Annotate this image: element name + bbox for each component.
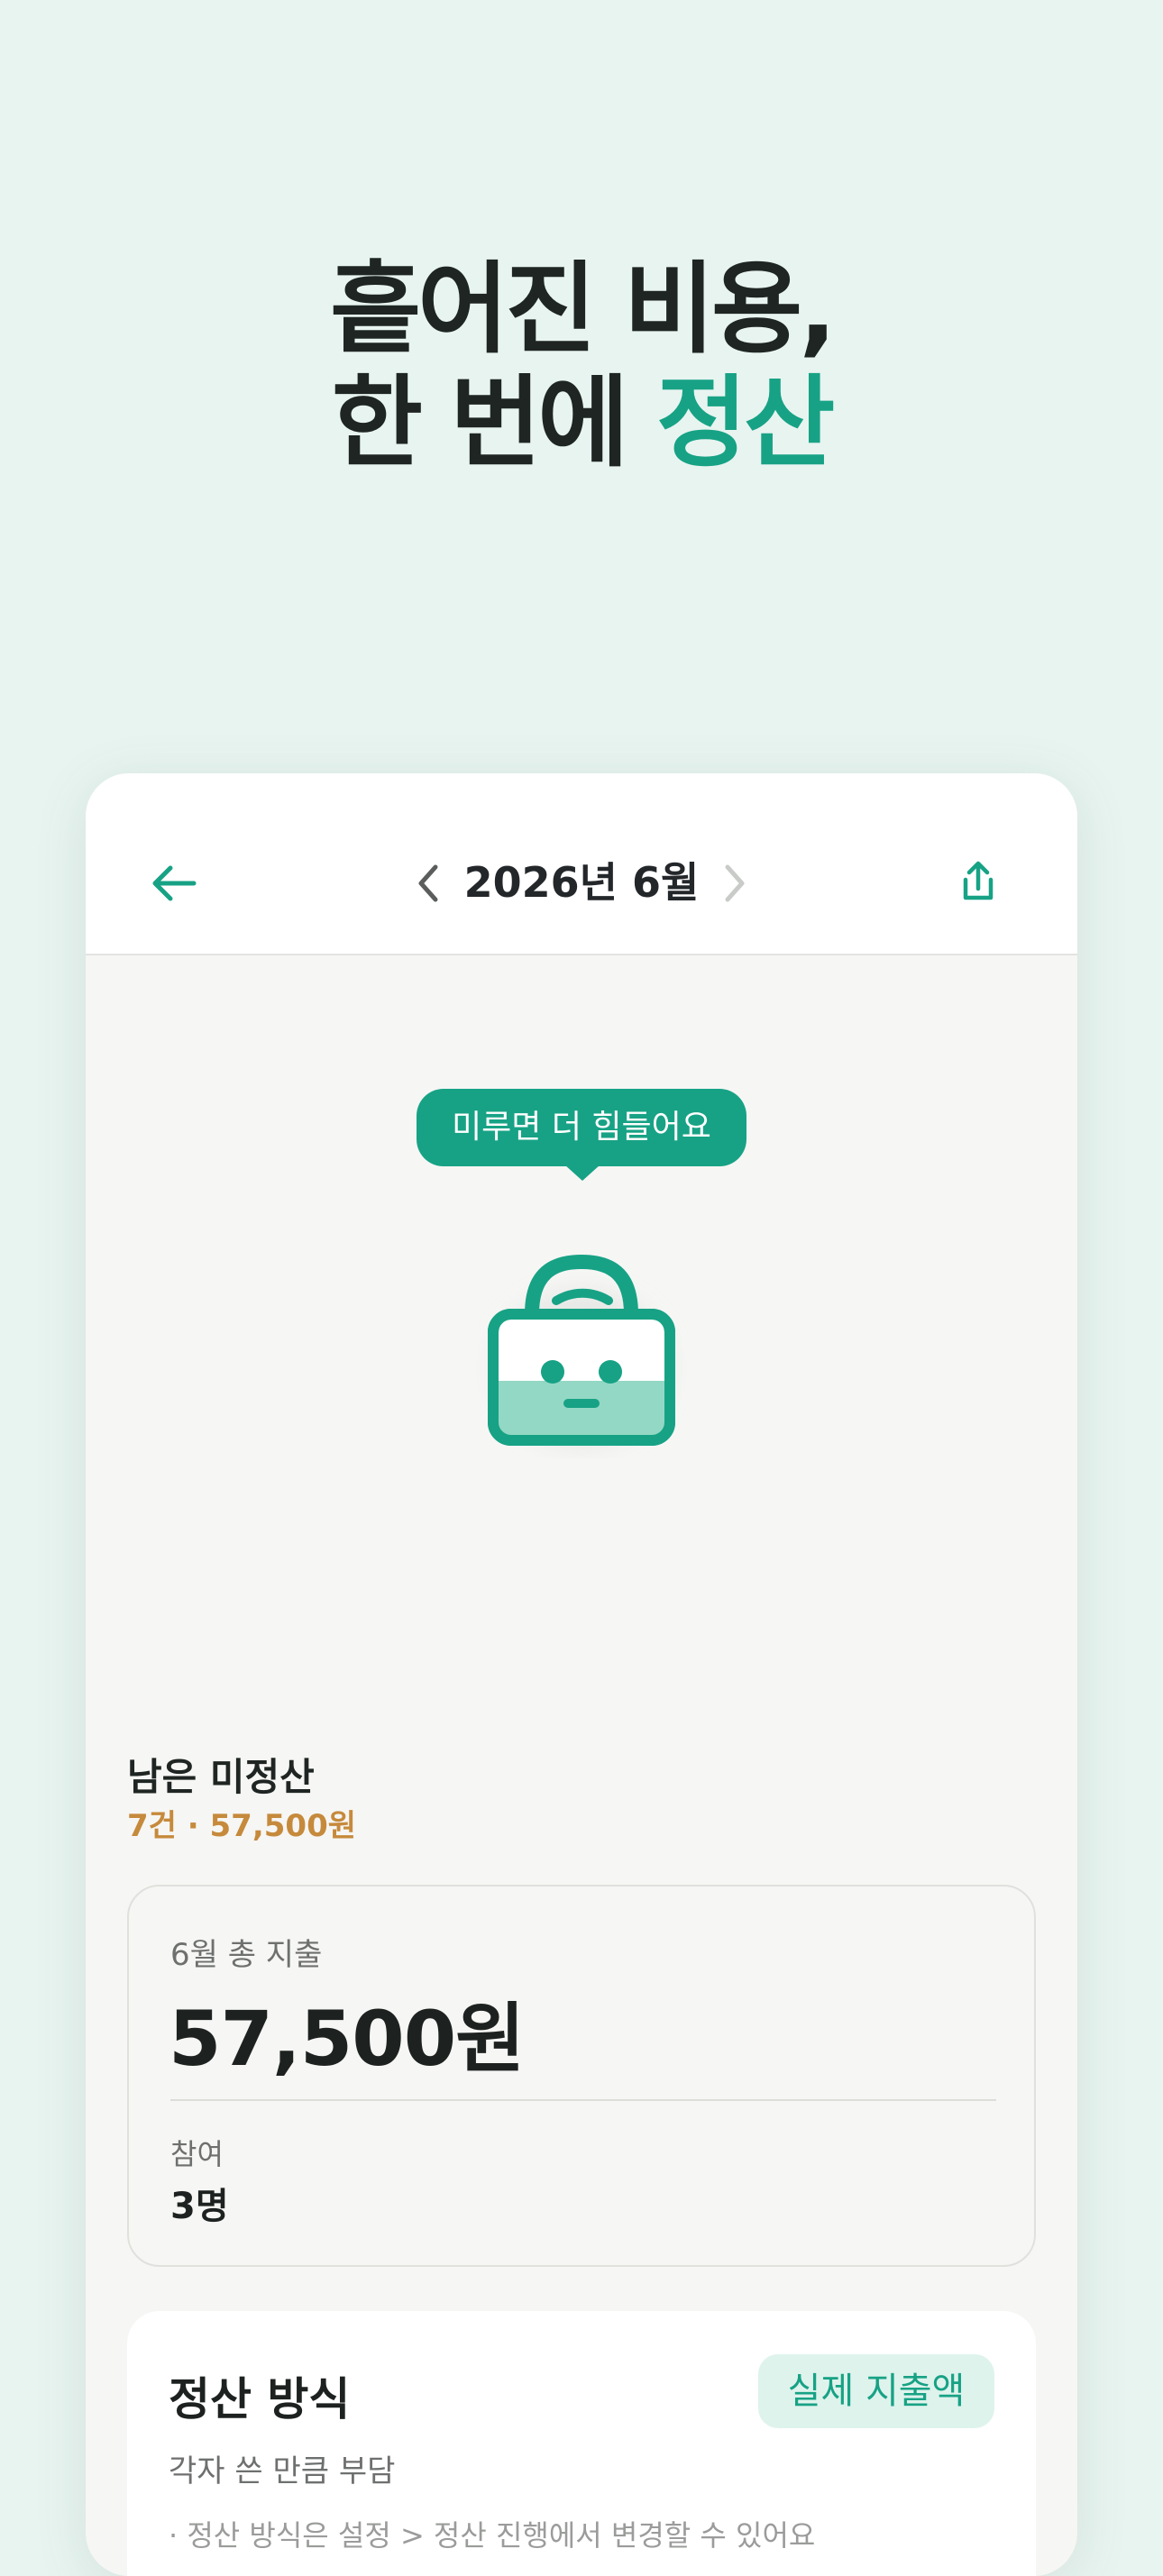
settlement-method-description: 각자 쓴 만큼 부담 <box>169 2453 396 2489</box>
headline-line-1: 흩어진 비용, <box>329 251 837 367</box>
top-navigation-bar: 2026년 6월 <box>86 773 1077 955</box>
previous-month-button[interactable] <box>410 856 446 910</box>
settlement-method-title: 정산 방식 <box>169 2373 351 2425</box>
participants-label: 참여 <box>170 2137 224 2171</box>
monthly-summary-card: 6월 총 지출 57,500원 참여 3명 <box>127 1885 1036 2267</box>
app-screen: 2026년 6월 미루면 더 힘들어요 남은 미정산 7건 · 57,500원 … <box>86 773 1077 2576</box>
headline-line-2-prefix: 한 번에 <box>331 365 656 480</box>
headline-accent: 정산 <box>655 365 835 480</box>
settlement-method-badge[interactable]: 실제 지출액 <box>758 2354 994 2428</box>
participants-count: 3명 <box>170 2186 229 2227</box>
chevron-left-icon <box>418 864 438 902</box>
share-button[interactable] <box>951 854 1005 909</box>
next-month-button[interactable] <box>717 856 753 910</box>
share-icon <box>963 861 994 900</box>
remaining-settlement-summary: 7건 · 57,500원 <box>127 1808 357 1844</box>
speech-bubble: 미루면 더 힘들어요 <box>417 1089 746 1166</box>
total-spending-label: 6월 총 지출 <box>170 1937 323 1973</box>
headline-line-2: 한 번에 정산 <box>0 366 1163 480</box>
total-spending-amount: 57,500원 <box>169 1995 525 2083</box>
current-month-label: 2026년 6월 <box>463 858 700 907</box>
remaining-settlement-title: 남은 미정산 <box>127 1755 315 1799</box>
month-navigator: 2026년 6월 <box>86 851 1077 914</box>
settlement-method-note: · 정산 방식은 설정 > 정산 진행에서 변경할 수 있어요 <box>169 2518 816 2553</box>
chevron-right-icon <box>725 864 745 902</box>
lock-mascot-icon <box>473 1224 690 1458</box>
summary-divider <box>170 2099 996 2101</box>
settlement-method-card[interactable]: 정산 방식 실제 지출액 각자 쓴 만큼 부담 · 정산 방식은 설정 > 정산… <box>127 2311 1036 2576</box>
speech-bubble-tail <box>564 1165 600 1181</box>
hero-headline: 흩어진 비용, 한 번에 정산 <box>0 252 1163 480</box>
